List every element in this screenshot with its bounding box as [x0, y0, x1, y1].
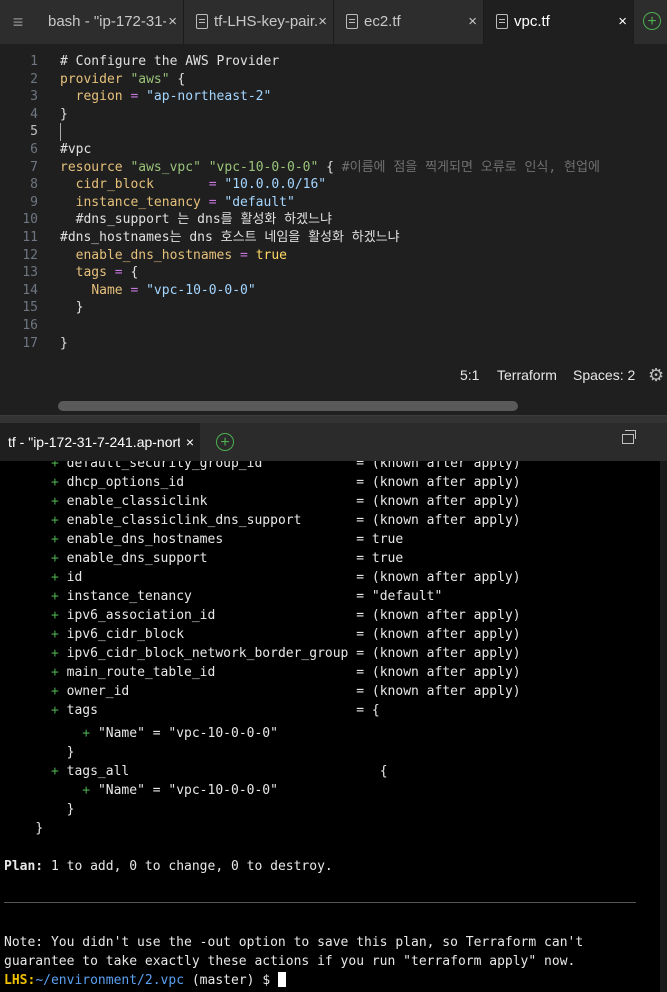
gear-icon[interactable]: ⚙: [648, 365, 664, 386]
plan-attribute-line: + tags = {: [50, 703, 380, 718]
plan-attribute-line: + ipv6_cidr_block = (known after apply): [50, 627, 521, 642]
tab-label: tf-LHS-key-pair.pem: [214, 13, 318, 30]
language-mode[interactable]: Terraform: [497, 367, 557, 383]
plan-summary: Plan: 1 to add, 0 to change, 0 to destro…: [4, 859, 333, 874]
new-tab-plus-icon[interactable]: +: [643, 12, 661, 30]
code-line: 9 instance_tenancy = "default": [30, 194, 295, 210]
code-line: 14 Name = "vpc-10-0-0-0": [22, 282, 256, 298]
tab-vpc-tf[interactable]: vpc.tf ×: [484, 0, 634, 44]
file-icon: [196, 14, 208, 29]
plan-attribute-line: + enable_dns_hostnames = true: [50, 532, 404, 547]
close-icon[interactable]: ×: [318, 0, 327, 44]
code-line: 15 }: [22, 300, 84, 316]
indent-setting[interactable]: Spaces: 2: [573, 367, 635, 383]
plan-attribute-line: + enable_dns_support = true: [50, 551, 404, 566]
maximize-icon[interactable]: [622, 430, 636, 444]
separator-line: [4, 902, 636, 903]
terminal-cursor: [277, 972, 286, 987]
file-icon: [346, 14, 358, 29]
code-line: 5​: [0, 123, 667, 141]
shell-prompt[interactable]: LHS:~/environment/2.vpc (master) $: [4, 971, 286, 990]
terminal-line: + "Name" = "vpc-10-0-0-0": [82, 783, 278, 798]
plan-attribute-line: + instance_tenancy = "default": [50, 589, 443, 604]
terminal-line: }: [4, 745, 75, 760]
horizontal-scrollbar[interactable]: [58, 401, 518, 411]
close-icon[interactable]: ×: [186, 423, 194, 461]
code-area[interactable]: 1 # Configure the AWS Provider 2 provider …: [0, 53, 667, 352]
terminal-line: }: [35, 821, 44, 836]
close-icon[interactable]: ×: [468, 0, 477, 44]
code-line: 11 #dns_hostnames는 dns 호스트 네임을 활성화 하겠느냐: [22, 229, 400, 245]
terminal-output[interactable]: + default_security_group_id = (known aft…: [0, 461, 660, 992]
code-line: 3 region = "ap-northeast-2": [30, 89, 272, 105]
plan-attribute-line: + owner_id = (known after apply): [50, 684, 521, 699]
code-line: 12 enable_dns_hostnames = true: [22, 247, 287, 263]
plan-attribute-line: + main_route_table_id = (known after app…: [50, 665, 521, 680]
code-line: 10 #dns_support 는 dns를 활성화 하겠느냐: [22, 212, 332, 228]
code-line: 8 cidr_block = "10.0.0.0/16": [30, 177, 327, 193]
terminal-tab-bar: tf - "ip-172-31-7-241.ap-northeast-2.com…: [0, 423, 667, 461]
terminal-line: + "Name" = "vpc-10-0-0-0": [82, 726, 278, 741]
code-line: 16: [22, 317, 38, 333]
tab-label: vpc.tf: [514, 13, 550, 30]
plan-attribute-line: + enable_classiclink_dns_support = (know…: [50, 513, 521, 528]
code-line: 4}: [30, 106, 68, 122]
cursor-position[interactable]: 5:1: [460, 367, 479, 383]
note-line: guarantee to take exactly these actions …: [4, 954, 576, 969]
code-line: 2 provider "aws" {: [30, 71, 186, 87]
close-icon[interactable]: ×: [618, 0, 627, 44]
note-line: Note: You didn't use the -out option to …: [4, 935, 584, 950]
tab-ec2-tf[interactable]: ec2.tf ×: [334, 0, 484, 44]
code-line: 6 #vpc: [30, 141, 92, 157]
plan-attribute-line: + id = (known after apply): [50, 570, 521, 585]
plan-attribute-line: + dhcp_options_id = (known after apply): [50, 475, 521, 490]
code-line: 13 tags = {: [22, 265, 139, 281]
code-editor[interactable]: 1 # Configure the AWS Provider 2 provider …: [0, 45, 667, 415]
tab-terraform-terminal[interactable]: tf - "ip-172-31-7-241.ap-northeast-2.com…: [0, 423, 200, 461]
terminal-line: + tags_all {: [50, 764, 388, 779]
tab-label: tf - "ip-172-31-7-241.ap-northeast-2.com…: [8, 434, 180, 450]
close-icon[interactable]: ×: [168, 0, 177, 44]
plan-attribute-line: + ipv6_cidr_block_network_border_group =…: [50, 646, 521, 661]
code-line: 1 # Configure the AWS Provider: [30, 54, 280, 69]
side-strip: [660, 461, 667, 992]
code-line: 7 resource "aws_vpc" "vpc-10-0-0-0" { #이름…: [30, 159, 600, 175]
plan-attribute-line: + enable_classiclink = (known after appl…: [50, 494, 521, 509]
plan-attribute-line: + default_security_group_id = (known aft…: [50, 461, 521, 471]
hamburger-icon[interactable]: ≡: [0, 0, 36, 44]
file-icon: [496, 14, 508, 29]
tab-key-pair-file[interactable]: tf-LHS-key-pair.pem ×: [184, 0, 334, 44]
terminal-line: }: [4, 802, 75, 817]
new-terminal-plus-icon[interactable]: +: [216, 433, 234, 451]
tab-bash-terminal[interactable]: bash - "ip-172-31-7-241.ap-northeast-2.c…: [36, 0, 184, 44]
code-line: 17}: [22, 335, 68, 351]
tab-label: ec2.tf: [364, 13, 401, 30]
tab-label: bash - "ip-172-31-7-241.ap-northeast-2.c…: [48, 13, 166, 30]
editor-tab-bar: ≡ bash - "ip-172-31-7-241.ap-northeast-2…: [0, 0, 667, 45]
plan-attribute-line: + ipv6_association_id = (known after app…: [50, 608, 521, 623]
